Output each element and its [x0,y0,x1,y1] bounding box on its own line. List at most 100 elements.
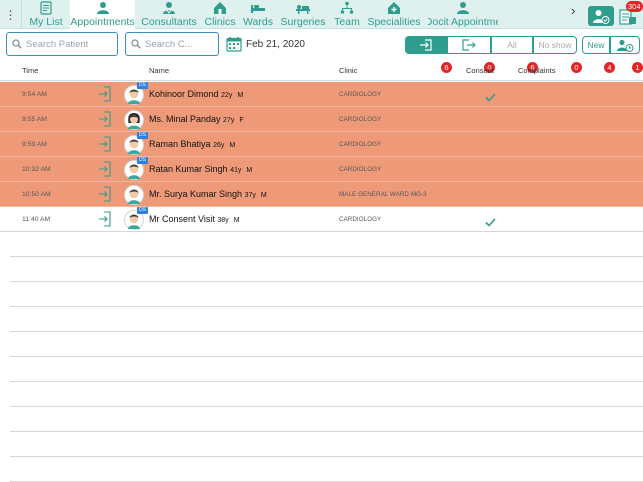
column-header-time[interactable]: Time [22,66,38,75]
female-avatar-icon [124,110,144,130]
search-icon [131,39,141,49]
patient-age: 22y [221,92,233,99]
chevron-right-icon[interactable]: › [571,3,575,18]
filter-all-label: All [507,40,517,50]
table-row[interactable]: 10:32 AM DS Ratan Kumar Singh 41y M CARD… [0,157,643,182]
check-in-icon[interactable] [98,86,112,107]
team-icon [340,0,354,15]
column-header-clinic[interactable]: Clinic [339,66,357,75]
check-in-icon[interactable] [98,161,112,182]
search-clinic-input[interactable] [145,38,211,50]
patient-name-cell[interactable]: Mr. Surya Kumar Singh 37y M [149,189,267,199]
search-clinic-box[interactable] [125,32,219,56]
search-patient-box[interactable] [6,32,118,56]
table-row[interactable]: 10:50 AM Mr. Surya Kumar Singh 37y M MAL… [0,182,643,207]
my-list-icon [40,0,52,15]
user-check-icon [593,9,610,24]
tab-consultants[interactable]: Consultants [140,0,198,29]
patient-name-cell[interactable]: Ms. Minal Panday 27y F [149,114,244,124]
patient-name-cell[interactable]: Ratan Kumar Singh 41y M [149,164,252,174]
tab-label: Surgeries [280,16,326,28]
empty-row [10,357,643,382]
table-row[interactable]: 11:40 AM DS Mr Consent Visit 38y M CARDI… [0,207,643,232]
filter-patient-history[interactable] [610,36,640,54]
wards-icon [250,0,266,15]
column-header-name[interactable]: Name [149,66,169,75]
patient-name-cell[interactable]: Mr Consent Visit 38y M [149,214,240,224]
documents-count-badge: 304 [626,1,643,12]
filter-checked-out[interactable] [447,36,491,54]
tab-clinics[interactable]: Clinics [202,0,238,29]
table-row[interactable]: 9:54 AM DS Kohinoor Dimond 22y M CARDIOL… [0,82,643,107]
patient-age: 37y [244,192,256,199]
tab-docit-appointments[interactable]: Docit Appointme [428,0,498,29]
more-menu-icon[interactable]: ⋮ [0,0,22,29]
check-in-icon[interactable] [98,186,112,207]
consultants-icon [162,0,176,15]
tab-label: Specialities [368,16,420,28]
search-patient-input[interactable] [26,38,106,50]
docit-appointments-icon [456,0,470,15]
tab-label: Consultants [141,16,197,28]
filter-no-show-label: No show [538,40,572,50]
filter-all[interactable]: All [491,36,533,54]
ds-badge: DS [137,132,148,139]
appointment-time: 9:59 AM [22,141,47,148]
empty-row [10,432,643,457]
empty-row [10,332,643,357]
check-in-icon[interactable] [98,111,112,132]
surgeries-icon [295,0,311,15]
appointment-time: 11:40 AM [22,216,51,223]
clinic-name: MALE GENERAL WARD MG-3 [339,191,427,198]
patient-name-cell[interactable]: Kohinoor Dimond 22y M [149,89,243,99]
filter-checked-in[interactable] [405,36,447,54]
patient-name: Ratan Kumar Singh [149,164,228,174]
patient-sex: M [237,92,244,99]
appointment-time: 9:55 AM [22,116,47,123]
check-in-icon[interactable] [98,136,112,157]
column-header-complaints[interactable]: Complaints [518,66,556,75]
empty-row [10,307,643,332]
empty-row [10,457,643,482]
check-in-icon [420,39,432,51]
filter-new-label: New [587,40,605,50]
tab-label: Docit Appointme [428,16,498,28]
top-navigation: ⋮ My List Appointments Consultants Clini… [0,0,643,29]
ds-badge: DS [137,157,148,164]
tab-label: Team [334,16,360,28]
clinic-name: CARDIOLOGY [339,166,382,173]
patient-name: Mr Consent Visit [149,214,215,224]
tab-wards[interactable]: Wards [242,0,274,29]
patient-name-cell[interactable]: Raman Bhatiya 26y M [149,139,235,149]
male-avatar-icon [124,185,144,205]
empty-row [10,257,643,282]
user-verified-button[interactable] [588,6,614,26]
table-row[interactable]: 9:55 AM Ms. Minal Panday 27y F CARDIOLOG… [0,107,643,132]
tab-surgeries[interactable]: Surgeries [280,0,326,29]
consent-check-icon [485,214,496,232]
patient-name: Kohinoor Dimond [149,89,219,99]
empty-row [10,232,643,257]
specialities-icon [387,0,401,15]
column-header-consent[interactable]: Consent [466,66,494,75]
selected-date[interactable]: Feb 21, 2020 [246,39,305,50]
tab-appointments[interactable]: Appointments [70,0,135,29]
empty-row [10,382,643,407]
tab-team[interactable]: Team [332,0,362,29]
patient-age: 26y [213,142,225,149]
appointments-icon [96,0,110,15]
filter-no-show[interactable]: No show [533,36,577,54]
tab-specialities[interactable]: Specialities [368,0,420,29]
patient-sex: F [239,117,244,124]
patient-sex: M [246,167,253,174]
clinic-name: CARDIOLOGY [339,141,382,148]
search-icon [12,39,22,49]
toolbar: Feb 21, 2020 6 0 All 6 No show 0 New 4 1 [0,30,643,73]
calendar-icon[interactable] [226,36,242,57]
tab-my-list[interactable]: My List [23,0,69,29]
filter-new[interactable]: New [582,36,610,54]
table-row[interactable]: 9:59 AM DS Raman Bhatiya 26y M CARDIOLOG… [0,132,643,157]
ds-badge: DS [137,207,148,214]
appointment-time: 10:50 AM [22,191,51,198]
check-in-icon[interactable] [98,211,112,232]
